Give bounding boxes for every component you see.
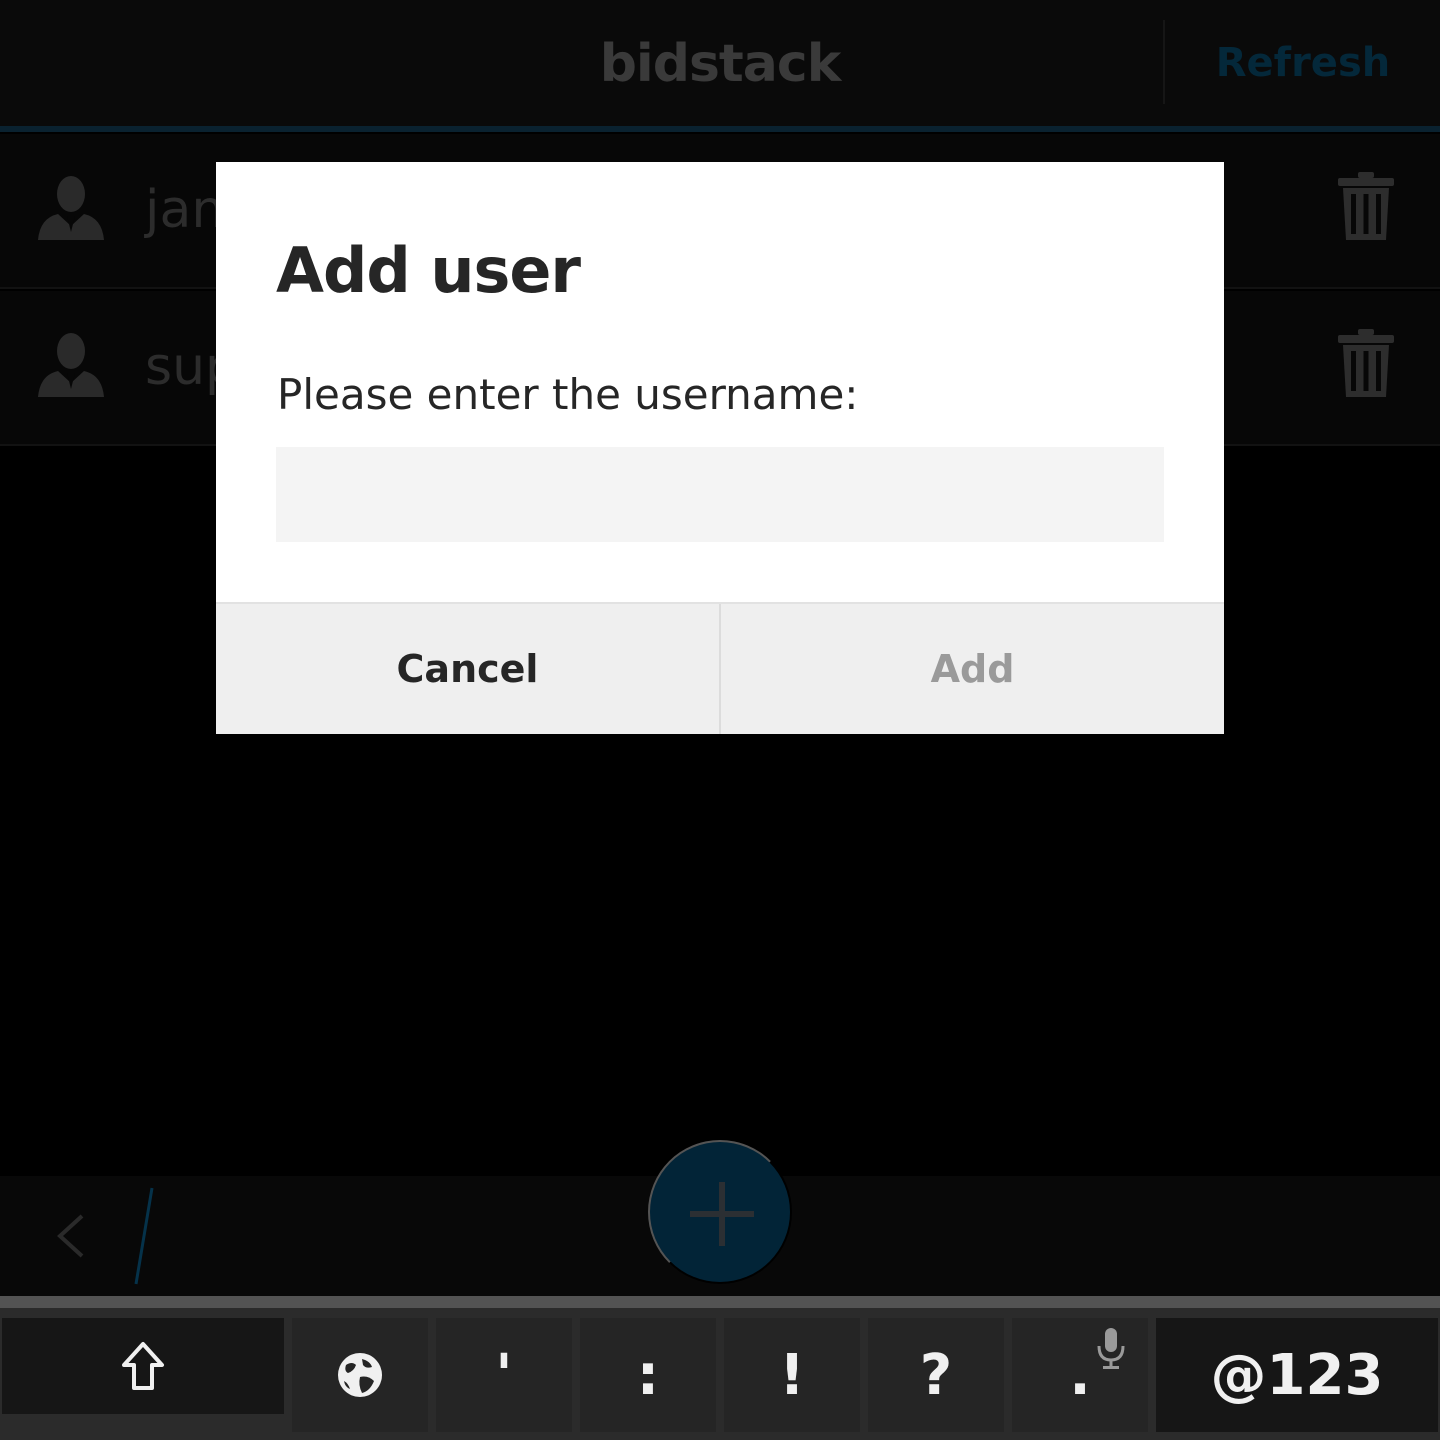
globe-key[interactable]	[292, 1318, 428, 1432]
exclamation-key[interactable]: !	[724, 1318, 860, 1432]
user-avatar-icon	[38, 333, 104, 397]
dialog-title: Add user	[276, 234, 581, 307]
period-key-label: .	[1069, 1342, 1091, 1408]
add-user-dialog: Add user Please enter the username: Canc…	[216, 162, 1224, 734]
globe-icon	[338, 1353, 382, 1397]
refresh-button[interactable]: Refresh	[1166, 40, 1440, 86]
shift-arrow-icon	[122, 1342, 164, 1390]
symbols-key[interactable]: @123	[1156, 1318, 1438, 1432]
chevron-left-icon[interactable]	[52, 1212, 92, 1260]
apostrophe-key[interactable]: '	[436, 1318, 572, 1432]
trash-icon[interactable]	[1336, 170, 1396, 242]
trash-icon[interactable]	[1336, 327, 1396, 399]
username-input[interactable]	[276, 447, 1164, 542]
add-user-fab[interactable]	[648, 1140, 792, 1284]
dialog-prompt: Please enter the username:	[277, 370, 859, 419]
add-button[interactable]: Add	[721, 604, 1224, 734]
user-name: jan	[145, 180, 225, 240]
keyboard-top-strip	[0, 1296, 1440, 1308]
plus-icon	[690, 1182, 754, 1246]
user-avatar-icon	[38, 176, 104, 240]
title-underline	[0, 126, 1440, 132]
dialog-button-bar: Cancel Add	[216, 602, 1224, 734]
microphone-icon	[1097, 1328, 1125, 1369]
virtual-keyboard: ' : ! ? . @123	[0, 1308, 1440, 1440]
period-key[interactable]: .	[1012, 1318, 1148, 1432]
question-key[interactable]: ?	[868, 1318, 1004, 1432]
title-bar: bidstack Refresh	[0, 0, 1440, 126]
colon-key[interactable]: :	[580, 1318, 716, 1432]
cancel-button[interactable]: Cancel	[216, 604, 719, 734]
shift-key[interactable]	[2, 1318, 284, 1414]
title-divider	[1163, 20, 1165, 104]
action-bar-separator	[134, 1187, 154, 1285]
